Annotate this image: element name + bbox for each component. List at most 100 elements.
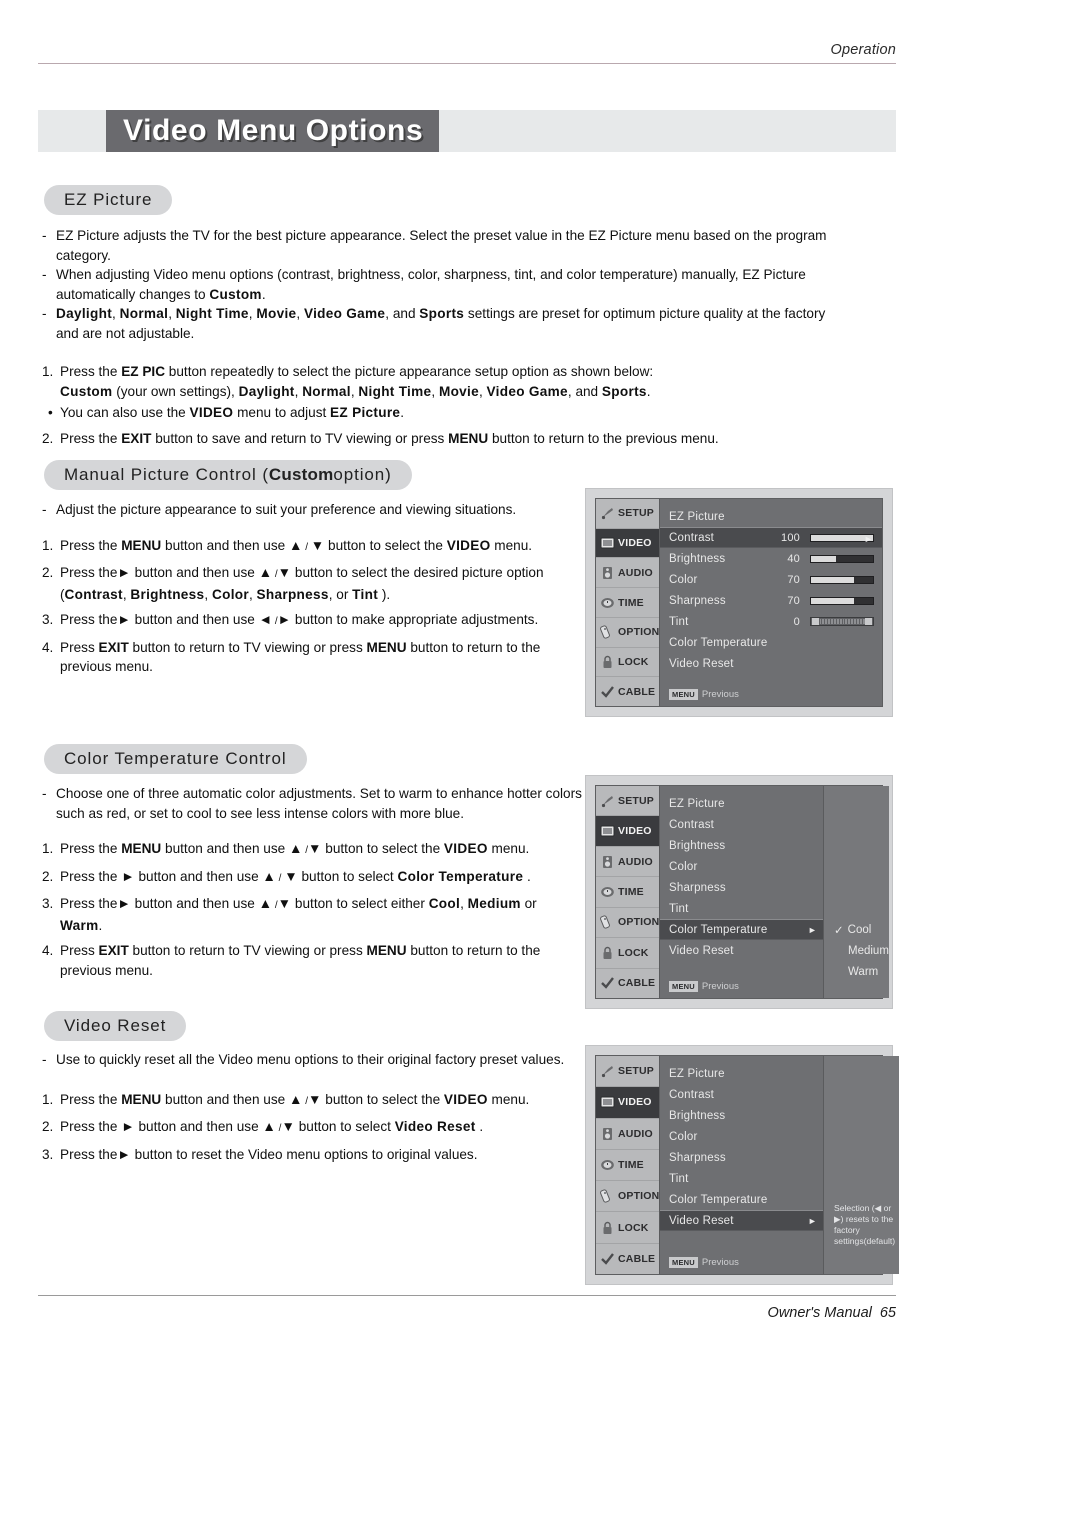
sidebar-item-time[interactable]: TIME bbox=[596, 1150, 659, 1182]
menu-row-label: EZ Picture bbox=[669, 510, 725, 523]
dash-marker: - bbox=[42, 1052, 47, 1067]
menu-row-label: Color bbox=[669, 860, 698, 873]
color-temperature-body: - Choose one of three automatic color ad… bbox=[42, 784, 582, 980]
sidebar-item-audio[interactable]: AUDIO bbox=[596, 1119, 659, 1150]
vr3-tail: button to reset the Video menu options t… bbox=[134, 1146, 478, 1162]
sidebar-label: LOCK bbox=[618, 946, 649, 959]
sidebar-item-cable[interactable]: CABLE bbox=[596, 1244, 659, 1274]
speaker-icon bbox=[600, 1127, 615, 1141]
step-number: 2. bbox=[42, 565, 54, 580]
header-divider bbox=[38, 63, 896, 64]
video-menu-list: EZ Picture Contrast Brightness Color Sha… bbox=[660, 1056, 824, 1274]
sidebar-item-setup[interactable]: SETUP bbox=[596, 1056, 659, 1088]
ct1-tail: menu. bbox=[491, 841, 530, 856]
menu-row-tint[interactable]: Tint 0 bbox=[660, 611, 882, 632]
sidebar-item-video[interactable]: VIDEO bbox=[596, 1087, 659, 1119]
sidebar-item-cable[interactable]: CABLE bbox=[596, 969, 659, 998]
sidebar-item-lock[interactable]: LOCK bbox=[596, 938, 659, 969]
padlock-icon bbox=[600, 1221, 615, 1235]
down-arrow-icon: ▼ bbox=[277, 896, 292, 911]
menu-row-color-temperature[interactable]: Color Temperature bbox=[660, 1189, 823, 1210]
preset-daylight: Daylight bbox=[238, 383, 295, 399]
menu-row-label: Tint bbox=[669, 1172, 689, 1185]
menu-row-color[interactable]: Color bbox=[660, 1126, 823, 1147]
ez-step-2: Press the EXIT button to save and return… bbox=[60, 429, 842, 449]
sidebar-item-time[interactable]: TIME bbox=[596, 877, 659, 908]
menu-row-video-reset[interactable]: Video Reset bbox=[660, 940, 823, 961]
menu-row-sharpness[interactable]: Sharpness bbox=[660, 1147, 823, 1168]
menu-row-contrast[interactable]: Contrast bbox=[660, 814, 823, 835]
sharpness-slider[interactable] bbox=[810, 596, 874, 605]
menu-row-brightness[interactable]: Brightness bbox=[660, 835, 823, 856]
menu-row-tint[interactable]: Tint bbox=[660, 1168, 823, 1189]
up-arrow-icon: ▲ bbox=[258, 896, 273, 911]
menu-row-color-temperature[interactable]: Color Temperature bbox=[660, 632, 882, 653]
preset-movie: Movie bbox=[438, 383, 479, 399]
preset-video-game: Video Game bbox=[486, 383, 568, 399]
page-header: Operation bbox=[38, 42, 896, 64]
right-arrow-icon: ► bbox=[277, 612, 292, 627]
menu-row-label: Color Temperature bbox=[669, 1193, 768, 1206]
submenu-option-label: Warm bbox=[848, 965, 879, 978]
sidebar-item-option[interactable]: OPTION bbox=[596, 618, 659, 648]
sidebar-label: VIDEO bbox=[618, 825, 652, 838]
menu-row-brightness[interactable]: Brightness 40 bbox=[660, 548, 882, 569]
sidebar-label: TIME bbox=[618, 1158, 644, 1171]
clock-icon bbox=[600, 1158, 615, 1172]
ct3-lead: Press the bbox=[60, 896, 118, 911]
menu-row-sharpness[interactable]: Sharpness bbox=[660, 877, 823, 898]
option-medium: Medium bbox=[467, 896, 521, 911]
step2-mid: button to save and return to TV viewing … bbox=[155, 430, 445, 446]
menu-row-color[interactable]: Color 70 bbox=[660, 569, 882, 590]
tint-slider[interactable] bbox=[810, 617, 874, 626]
sidebar-item-option[interactable]: OPTION bbox=[596, 1181, 659, 1213]
submenu-option-cool[interactable]: ✓ Cool bbox=[824, 919, 889, 940]
preset-conj: and bbox=[575, 383, 599, 399]
list-item: 3. Press the► button and then use ▲ /▼ b… bbox=[42, 894, 582, 935]
sidebar-item-lock[interactable]: LOCK bbox=[596, 648, 659, 678]
mp3-tail: button to make appropriate adjustments. bbox=[294, 612, 539, 627]
brightness-slider[interactable] bbox=[810, 554, 874, 563]
sidebar-item-cable[interactable]: CABLE bbox=[596, 677, 659, 706]
menu-row-label: Brightness bbox=[669, 552, 726, 565]
sidebar-item-audio[interactable]: AUDIO bbox=[596, 847, 659, 878]
sidebar-item-setup[interactable]: SETUP bbox=[596, 499, 659, 529]
color-slider[interactable] bbox=[810, 575, 874, 584]
menu-row-value: 70 bbox=[787, 573, 800, 586]
step2-lead: Press the bbox=[60, 430, 118, 446]
checkmark-icon bbox=[600, 1252, 615, 1266]
sidebar-item-audio[interactable]: AUDIO bbox=[596, 558, 659, 589]
contrast-slider[interactable]: ► bbox=[810, 533, 874, 544]
menu-row-color-temperature[interactable]: Color Temperature ► bbox=[660, 919, 823, 940]
submenu-option-warm[interactable]: Warm bbox=[824, 961, 889, 982]
section-heading-ez-picture: EZ Picture bbox=[44, 185, 173, 215]
menu-row-ez-picture[interactable]: EZ Picture bbox=[660, 793, 823, 814]
menu-row-contrast[interactable]: Contrast bbox=[660, 1084, 823, 1105]
menu-row-tint[interactable]: Tint bbox=[660, 898, 823, 919]
sidebar-label: SETUP bbox=[618, 507, 655, 520]
ct-step-1: Press the MENU button and then use ▲ /▼ … bbox=[60, 841, 530, 856]
subbullet-mid: menu to adjust bbox=[237, 405, 327, 420]
osd-footer: MENU Previous bbox=[660, 1257, 823, 1274]
menu-row-video-reset[interactable]: Video Reset bbox=[660, 653, 882, 674]
sidebar-item-lock[interactable]: LOCK bbox=[596, 1212, 659, 1244]
mp2-or: , or bbox=[328, 586, 349, 602]
submenu-option-medium[interactable]: Medium bbox=[824, 940, 889, 961]
menu-row-ez-picture[interactable]: EZ Picture bbox=[660, 1063, 823, 1084]
up-arrow-icon: ▲ bbox=[258, 565, 273, 580]
video-reset-key: Video Reset bbox=[394, 1119, 476, 1134]
menu-row-ez-picture[interactable]: EZ Picture bbox=[660, 506, 882, 527]
ez-bullet-2: When adjusting Video menu options (contr… bbox=[56, 267, 806, 302]
sidebar-item-video[interactable]: VIDEO bbox=[596, 528, 659, 559]
section-heading-label: Color Temperature Control bbox=[64, 749, 287, 768]
menu-row-sharpness[interactable]: Sharpness 70 bbox=[660, 590, 882, 611]
menu-row-contrast[interactable]: Contrast 100 ► bbox=[660, 527, 882, 548]
menu-row-video-reset[interactable]: Video Reset ► bbox=[660, 1210, 823, 1231]
sidebar-item-setup[interactable]: SETUP bbox=[596, 786, 659, 817]
menu-row-brightness[interactable]: Brightness bbox=[660, 1105, 823, 1126]
list-item: - Daylight, Normal, Night Time, Movie, V… bbox=[42, 304, 842, 343]
menu-row-color[interactable]: Color bbox=[660, 856, 823, 877]
sidebar-item-video[interactable]: VIDEO bbox=[596, 816, 659, 847]
sidebar-item-option[interactable]: OPTION bbox=[596, 908, 659, 939]
sidebar-item-time[interactable]: TIME bbox=[596, 588, 659, 618]
